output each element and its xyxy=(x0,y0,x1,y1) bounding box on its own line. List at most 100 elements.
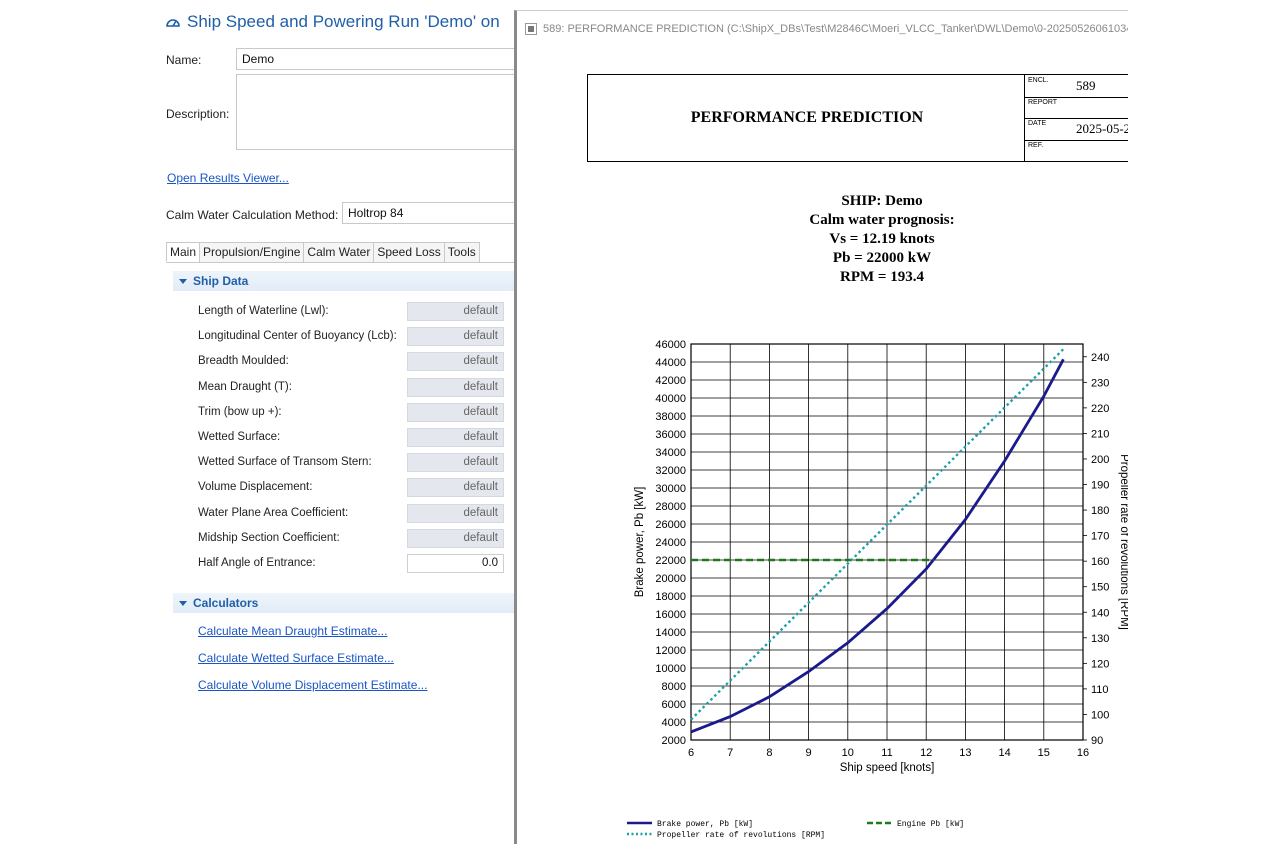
y-tick-label: 12000 xyxy=(655,645,686,657)
form-title-text: Ship Speed and Powering Run 'Demo' on xyxy=(187,12,500,31)
legend-label: Propeller rate of revolutions [RPM] xyxy=(657,831,825,840)
calc-method-select[interactable]: Holtrop 84 xyxy=(342,202,516,224)
legend-label: Engine Pb [kW] xyxy=(897,820,964,829)
y-tick-label: 16000 xyxy=(655,609,686,621)
tab-speed-loss[interactable]: Speed Loss xyxy=(373,242,445,262)
y2-tick-label: 140 xyxy=(1091,607,1109,619)
ship-data-label: Volume Displacement: xyxy=(198,481,313,494)
y-tick-label: 18000 xyxy=(655,591,686,603)
powering-run-form: Ship Speed and Powering Run 'Demo' on Na… xyxy=(160,0,516,854)
y2-tick-label: 160 xyxy=(1091,556,1109,568)
y-tick-label: 36000 xyxy=(655,429,686,441)
tab-calm-water[interactable]: Calm Water xyxy=(303,242,375,262)
y2-tick-label: 110 xyxy=(1091,684,1109,696)
speedometer-icon xyxy=(166,19,180,27)
y-tick-label: 14000 xyxy=(655,627,686,639)
y2-tick-label: 100 xyxy=(1091,709,1109,721)
ship-data-label: Length of Waterline (Lwl): xyxy=(198,305,329,317)
calculators-section-header[interactable]: Calculators xyxy=(173,593,515,613)
y-tick-label: 22000 xyxy=(655,555,686,567)
open-results-viewer-link[interactable]: Open Results Viewer... xyxy=(167,171,289,185)
collapse-triangle-icon xyxy=(179,600,187,606)
y2-tick-label: 240 xyxy=(1091,352,1109,364)
y-tick-label: 42000 xyxy=(655,375,686,387)
ship-data-value-field[interactable]: default xyxy=(407,352,504,372)
ship-data-value-field[interactable]: 0.0 xyxy=(407,554,504,573)
y-tick-label: 40000 xyxy=(655,393,686,405)
name-input[interactable]: Demo xyxy=(236,48,516,70)
y2-tick-label: 90 xyxy=(1091,735,1103,747)
x-tick-label: 11 xyxy=(881,747,892,759)
y-tick-label: 20000 xyxy=(655,573,686,585)
ship-data-value-field[interactable]: default xyxy=(407,528,504,548)
ship-data-section-header[interactable]: Ship Data xyxy=(173,271,515,291)
y-axis-label: Brake power, Pb [kW] xyxy=(634,487,646,598)
y-tick-label: 10000 xyxy=(655,663,686,675)
y2-tick-label: 150 xyxy=(1091,582,1109,594)
x-tick-label: 8 xyxy=(766,747,772,759)
y-tick-label: 2000 xyxy=(662,735,686,747)
ship-data-label: Trim (bow up +): xyxy=(198,405,282,418)
tab-propulsion-engine[interactable]: Propulsion/Engine xyxy=(199,242,305,262)
ship-data-value-field[interactable]: default xyxy=(407,428,504,447)
ship-data-header-text: Ship Data xyxy=(193,274,249,288)
x-tick-label: 7 xyxy=(727,747,733,759)
y-tick-label: 34000 xyxy=(655,447,686,459)
description-label: Description: xyxy=(166,107,230,121)
ship-data-label: Midship Section Coefficient: xyxy=(198,531,340,544)
y-tick-label: 30000 xyxy=(655,483,686,495)
tab-divider xyxy=(166,262,515,263)
ship-data-value-field[interactable]: default xyxy=(407,377,504,397)
x-tick-label: 13 xyxy=(959,747,971,759)
y2-tick-label: 200 xyxy=(1091,454,1109,466)
y2-tick-label: 230 xyxy=(1091,377,1109,389)
ship-data-value-field[interactable]: default xyxy=(407,478,504,498)
x-tick-label: 12 xyxy=(920,747,932,759)
x-tick-label: 6 xyxy=(688,747,694,759)
x-tick-label: 14 xyxy=(998,747,1010,759)
description-input[interactable] xyxy=(236,74,516,150)
y2-tick-label: 130 xyxy=(1091,633,1109,645)
y2-tick-label: 120 xyxy=(1091,658,1109,670)
tab-bar: Main Propulsion/Engine Calm Water Speed … xyxy=(166,242,480,262)
name-label: Name: xyxy=(166,53,202,67)
tab-tools[interactable]: Tools xyxy=(443,242,480,262)
y-tick-label: 38000 xyxy=(655,411,686,423)
y-tick-label: 8000 xyxy=(662,681,686,693)
ship-data-label: Mean Draught (T): xyxy=(198,380,292,393)
y-tick-label: 4000 xyxy=(662,717,686,729)
y-tick-label: 32000 xyxy=(655,465,686,477)
y2-tick-label: 170 xyxy=(1091,531,1109,543)
ship-data-value-field[interactable]: default xyxy=(407,327,504,347)
ship-data-label: Half Angle of Entrance: xyxy=(198,557,316,569)
x-tick-label: 9 xyxy=(806,747,812,759)
report-window: 589: PERFORMANCE PREDICTION (C:\ShipX_DB… xyxy=(514,10,1128,844)
calc-wetted-surface-link[interactable]: Calculate Wetted Surface Estimate... xyxy=(198,651,394,665)
y2-axis-label: Propeller rate of revolutions [RPM] xyxy=(1118,454,1128,630)
legend-label: Brake power, Pb [kW] xyxy=(657,820,753,829)
y-tick-label: 26000 xyxy=(655,519,686,531)
x-tick-label: 16 xyxy=(1077,747,1089,759)
y-tick-label: 44000 xyxy=(655,357,686,369)
ship-data-value-field[interactable]: default xyxy=(407,402,504,422)
y-tick-label: 24000 xyxy=(655,537,686,549)
calc-mean-draught-link[interactable]: Calculate Mean Draught Estimate... xyxy=(198,624,387,638)
ship-data-value-field[interactable]: default xyxy=(407,503,504,523)
performance-chart: 6 7 8 9 10 11 12 13 14 15 16 2000 4000 6000 8000 10000 1… xyxy=(627,339,1128,840)
x-tick-label: 15 xyxy=(1038,747,1050,759)
y2-tick-label: 210 xyxy=(1091,428,1109,440)
tab-main[interactable]: Main xyxy=(166,242,201,262)
ship-data-value-field[interactable]: default xyxy=(407,453,504,473)
y2-tick-label: 220 xyxy=(1091,403,1109,415)
ship-data-value-field[interactable]: default xyxy=(407,302,504,321)
collapse-triangle-icon xyxy=(179,278,187,284)
calculators-header-text: Calculators xyxy=(193,596,259,610)
y-tick-label: 6000 xyxy=(662,699,686,711)
y2-tick-label: 180 xyxy=(1091,505,1109,517)
ship-data-label: Longitudinal Center of Buoyancy (Lcb): xyxy=(198,330,397,343)
calc-volume-displacement-link[interactable]: Calculate Volume Displacement Estimate..… xyxy=(198,678,427,692)
x-tick-label: 10 xyxy=(842,747,854,759)
form-title: Ship Speed and Powering Run 'Demo' on xyxy=(165,12,500,32)
ship-data-label: Wetted Surface of Transom Stern: xyxy=(198,456,372,469)
y-tick-label: 28000 xyxy=(655,501,686,513)
